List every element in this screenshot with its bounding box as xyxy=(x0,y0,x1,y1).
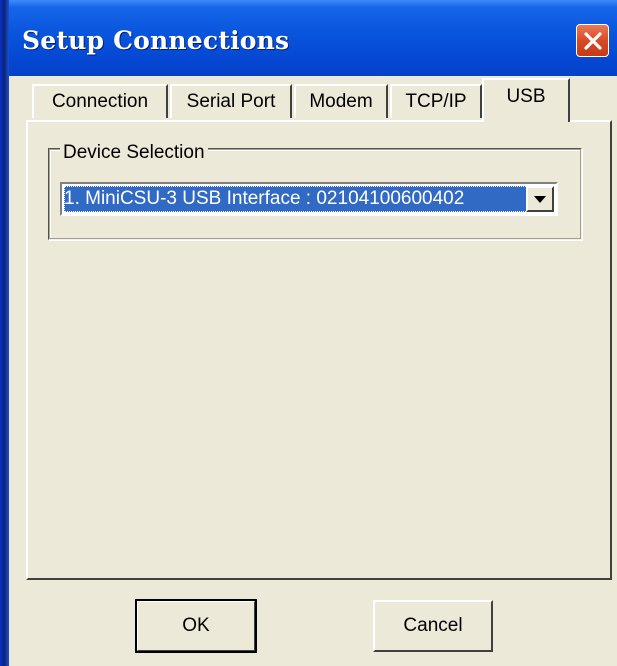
tab-label: Modem xyxy=(309,91,373,112)
device-select-value[interactable]: 1. MiniCSU-3 USB Interface : 02104100600… xyxy=(64,186,528,212)
window-title: Setup Connections xyxy=(22,26,290,55)
tab-label: TCP/IP xyxy=(405,91,467,112)
dropdown-arrow-icon xyxy=(534,196,546,203)
cancel-button[interactable]: Cancel xyxy=(373,600,493,652)
tab-label: USB xyxy=(506,86,546,107)
tab-serial-port[interactable]: Serial Port xyxy=(170,84,292,118)
setup-connections-window: Setup Connections Connection Serial Port… xyxy=(0,0,617,666)
tab-usb[interactable]: USB xyxy=(482,78,570,122)
device-selection-label: Device Selection xyxy=(60,142,208,164)
tab-connection[interactable]: Connection xyxy=(32,84,168,118)
tab-modem[interactable]: Modem xyxy=(294,84,388,118)
title-bar[interactable]: Setup Connections xyxy=(0,0,617,76)
device-select[interactable]: 1. MiniCSU-3 USB Interface : 02104100600… xyxy=(60,182,558,216)
tab-label: Serial Port xyxy=(186,91,276,112)
cancel-button-label: Cancel xyxy=(403,615,463,636)
ok-button-label: OK xyxy=(182,615,210,636)
close-icon xyxy=(584,32,602,50)
device-select-dropdown-button[interactable] xyxy=(526,186,554,212)
ok-button[interactable]: OK xyxy=(135,599,257,653)
close-button[interactable] xyxy=(576,24,609,57)
tab-label: Connection xyxy=(51,91,149,112)
window-left-border xyxy=(0,0,9,666)
tab-tcp-ip[interactable]: TCP/IP xyxy=(390,84,482,118)
